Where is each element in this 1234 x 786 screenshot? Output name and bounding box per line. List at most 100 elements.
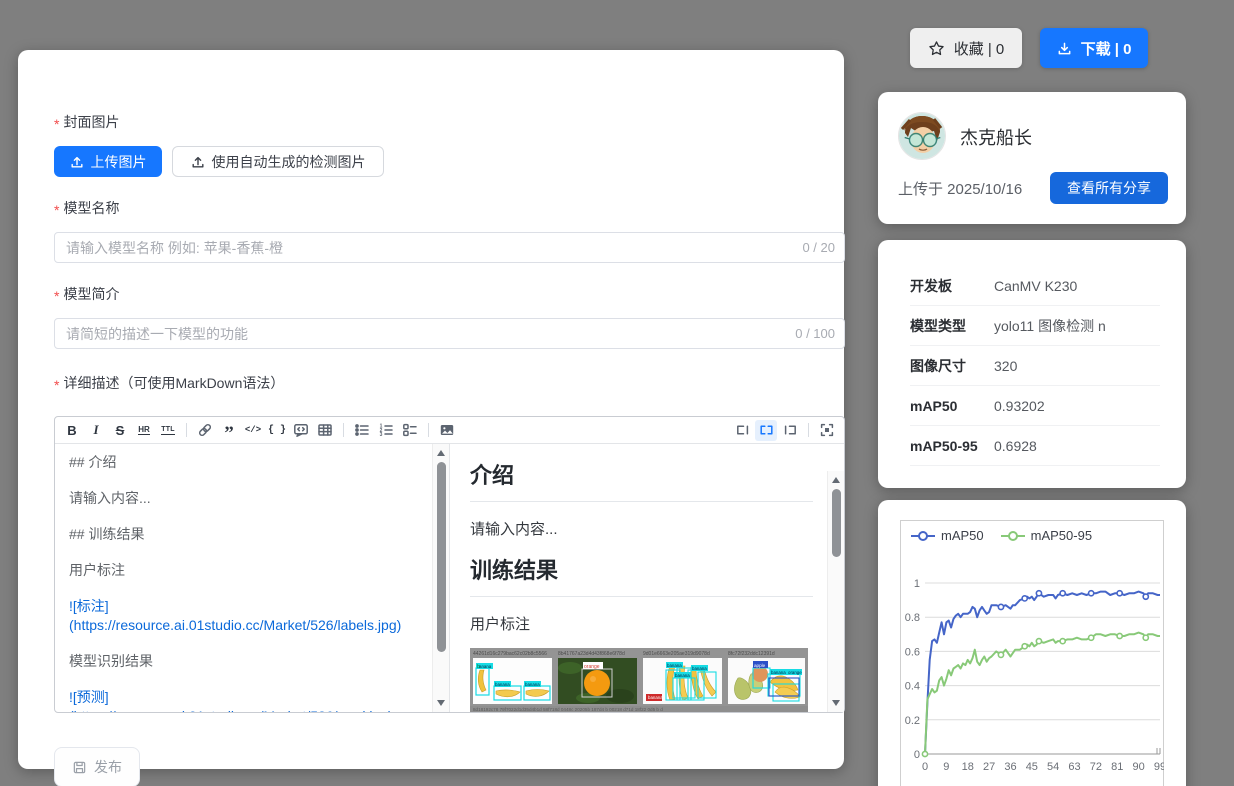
svg-text:63: 63 — [1068, 761, 1080, 773]
markdown-paragraph: 请输入内容... — [69, 489, 424, 508]
editor-only-icon[interactable] — [731, 420, 753, 441]
svg-text:9d01e6663e205ae319d9078d: 9d01e6663e205ae319d9078d — [643, 651, 710, 657]
scroll-down-icon[interactable] — [832, 700, 840, 706]
scroll-up-icon[interactable] — [832, 477, 840, 483]
image-icon[interactable] — [436, 420, 458, 441]
svg-text:9: 9 — [943, 761, 949, 773]
publish-button[interactable]: 发布 — [54, 747, 140, 786]
required-asterisk: * — [54, 202, 59, 218]
table-icon[interactable] — [314, 420, 336, 441]
svg-text:18: 18 — [962, 761, 974, 773]
model-info-card: 开发板CanMV K230模型类型yolo11 图像检测 n图像尺寸320mAP… — [878, 240, 1186, 488]
preview-heading-results: 训练结果 — [470, 553, 813, 597]
metrics-chart-card: 00.20.40.60.810918273645546372819099 mAP… — [878, 500, 1186, 786]
download-button[interactable]: 下载 | 0 — [1040, 28, 1148, 68]
legend-item-map50[interactable]: mAP50 — [910, 528, 984, 543]
svg-text:banana: banana — [525, 682, 540, 687]
svg-text:44261d16c279bac62c02b8c5566: 44261d16c279bac62c02b8c5566 — [473, 651, 547, 657]
cover-image-label: * 封面图片 — [54, 112, 119, 132]
unordered-list-icon[interactable] — [351, 420, 373, 441]
view-all-shares-button[interactable]: 查看所有分享 — [1050, 172, 1168, 204]
markdown-paragraph: ## 训练结果 — [69, 525, 424, 544]
model-info-rows: 开发板CanMV K230模型类型yolo11 图像检测 n图像尺寸320mAP… — [910, 266, 1160, 466]
upload-icon — [191, 155, 205, 169]
info-value: 320 — [994, 358, 1017, 374]
svg-text:banana: banana — [692, 666, 707, 671]
info-value: yolo11 图像检测 n — [994, 316, 1106, 336]
model-intro-label: * 模型简介 — [54, 284, 119, 304]
upload-image-button[interactable]: 上传图片 — [54, 146, 162, 177]
detailed-description-label: * 详细描述（可使用MarkDown语法） — [54, 373, 284, 393]
star-icon — [928, 40, 945, 57]
svg-text:banana: banana — [771, 670, 786, 675]
html-block-icon[interactable] — [290, 420, 312, 441]
model-intro-field: 0 / 100 — [54, 318, 845, 349]
legend-marker-icon — [910, 530, 936, 542]
toolbar-divider — [428, 423, 429, 437]
markdown-link-line: ![标注] — [69, 597, 424, 616]
link-icon[interactable] — [194, 420, 216, 441]
svg-text:8b41767a23d4d43f868e6f78d: 8b41767a23d4d43f868e6f78d — [558, 651, 625, 657]
preview-only-icon[interactable] — [779, 420, 801, 441]
info-value: 0.6928 — [994, 438, 1037, 454]
author-card: 杰克船长 上传于 2025/10/16 查看所有分享 — [878, 92, 1186, 224]
scrollbar-thumb[interactable] — [832, 489, 841, 557]
info-label: 图像尺寸 — [910, 356, 994, 376]
model-intro-input[interactable] — [54, 318, 845, 349]
metrics-chart: 00.20.40.60.810918273645546372819099 mAP… — [900, 520, 1164, 786]
model-info-row: 开发板CanMV K230 — [910, 266, 1160, 306]
model-name-label: * 模型名称 — [54, 198, 119, 218]
thumb-orange: 8b41767a23d4d43f868e6f78d orange — [558, 651, 637, 704]
required-asterisk: * — [54, 377, 59, 393]
toolbar-divider — [808, 423, 809, 437]
scroll-down-icon[interactable] — [437, 700, 445, 706]
svg-text:0.4: 0.4 — [905, 681, 920, 693]
avatar[interactable] — [898, 112, 946, 160]
thumb-banana-bunch: 9d01e6663e205ae319d9078d — [643, 651, 722, 704]
markdown-link-line: ![预测] — [69, 688, 424, 707]
italic-icon[interactable]: I — [85, 420, 107, 441]
labels-image: 44261d16c279bac62c02b8c5566 — [470, 648, 813, 712]
legend-item-map50-95[interactable]: mAP50-95 — [1000, 528, 1092, 543]
svg-text:0: 0 — [914, 749, 920, 761]
title-icon[interactable]: TTL — [157, 420, 179, 441]
legend-marker-icon — [1000, 530, 1026, 542]
thumb-bananas: 44261d16c279bac62c02b8c5566 — [473, 651, 552, 704]
quote-icon[interactable]: ” — [218, 420, 240, 441]
horizontal-rule-icon[interactable]: HR — [133, 420, 155, 441]
bold-icon[interactable]: B — [61, 420, 83, 441]
fullscreen-icon[interactable] — [816, 420, 838, 441]
model-info-row: 图像尺寸320 — [910, 346, 1160, 386]
use-auto-detection-image-button[interactable]: 使用自动生成的检测图片 — [172, 146, 384, 177]
scroll-up-icon[interactable] — [437, 450, 445, 456]
code-block-icon[interactable]: { } — [266, 420, 288, 441]
scrollbar-thumb[interactable] — [437, 462, 446, 652]
strikethrough-icon[interactable]: S — [109, 420, 131, 441]
markdown-text-line: 模型识别结果 — [69, 652, 424, 671]
markdown-editor: BISHRTTL”</>{ }123 ## 介绍请输入内容...## 训练结果用… — [54, 416, 845, 713]
svg-text:90: 90 — [1133, 761, 1145, 773]
legend-label: mAP50-95 — [1031, 528, 1092, 543]
svg-text:anana: anana — [479, 664, 492, 669]
ordered-list-icon[interactable]: 123 — [375, 420, 397, 441]
preview-heading-intro: 介绍 — [470, 458, 813, 502]
svg-text:72: 72 — [1090, 761, 1102, 773]
chart-legend: mAP50 mAP50-95 — [910, 528, 1092, 543]
markdown-text-line: 用户标注 — [69, 561, 424, 580]
task-list-icon[interactable] — [399, 420, 421, 441]
publish-form-card: * 封面图片 上传图片 使用自动生成的检测图片 * 模型名称 0 / 20 * … — [18, 50, 844, 769]
svg-text:1: 1 — [914, 578, 920, 590]
split-view-icon[interactable] — [755, 420, 777, 441]
info-label: mAP50-95 — [910, 438, 994, 454]
source-scrollbar[interactable] — [432, 444, 449, 712]
page: * 封面图片 上传图片 使用自动生成的检测图片 * 模型名称 0 / 20 * … — [0, 0, 1234, 786]
model-name-input[interactable] — [54, 232, 845, 263]
markdown-source-pane[interactable]: ## 介绍请输入内容...## 训练结果用户标注![标注](https://re… — [55, 444, 450, 712]
markdown-source[interactable]: ## 介绍请输入内容...## 训练结果用户标注![标注](https://re… — [55, 444, 432, 712]
inline-code-icon[interactable]: </> — [242, 420, 264, 441]
svg-text:81: 81 — [1111, 761, 1123, 773]
svg-text:banana: banana — [495, 682, 510, 687]
markdown-paragraph: 用户标注 — [69, 561, 424, 580]
preview-scrollbar[interactable] — [827, 471, 844, 712]
favorite-button[interactable]: 收藏 | 0 — [910, 28, 1022, 68]
